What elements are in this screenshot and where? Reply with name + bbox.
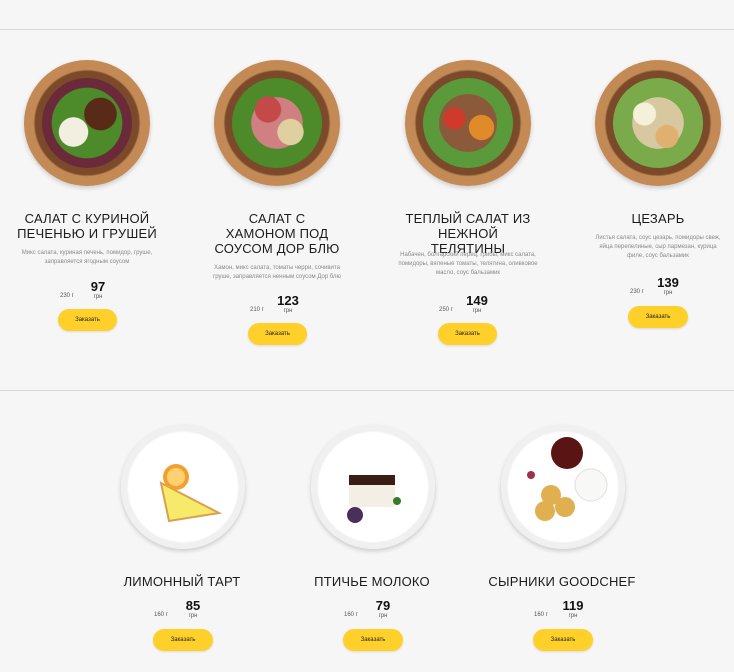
order-button[interactable]: Заказать [628,306,688,328]
product-card-veal-salad: ТЕПЛЫЙ САЛАТ ИЗ НЕЖНОЙ ТЕЛЯТИНЫ Набачен,… [393,0,543,390]
product-currency: грн [188,613,198,619]
product-currency: грн [283,308,293,314]
lemon-tart-illustration [159,464,223,523]
product-title: ПТИЧЬЕ МОЛОКО [314,574,430,589]
product-price: 149 [466,293,488,308]
product-weight: 250 г [439,307,453,313]
product-currency: грн [663,290,673,296]
bird-milk-illustration [347,475,401,523]
product-card-jamon-salad: САЛАТ С ХАМОНОМ ПОД СОУСОМ ДОР БЛЮ Хамон… [202,0,352,390]
product-price: 85 [185,598,201,613]
product-weight: 160 г [154,612,168,618]
product-card-syrniki: СЫРНИКИ GOODCHEF 160 г 119 грн Заказать [487,391,637,672]
salad-jamon-image [214,60,340,186]
product-currency: грн [93,294,103,300]
product-description: Листья салата, соус цезарь, помидоры све… [595,235,721,259]
product-description: Набачен, болгарский перец, грибы, микс с… [398,252,538,276]
order-button[interactable]: Заказать [343,629,403,651]
product-price: 139 [657,275,679,290]
order-button[interactable]: Заказать [58,309,117,331]
product-title: ТЕПЛЫЙ САЛАТ ИЗ НЕЖНОЙ ТЕЛЯТИНЫ [405,211,531,256]
product-title: САЛАТ С КУРИНОЙ ПЕЧЕНЬЮ И ГРУШЕЙ [17,211,157,241]
product-title: ЦЕЗАРЬ [631,211,685,226]
product-title: ЛИМОННЫЙ ТАРТ [123,574,241,589]
product-title: СЫРНИКИ GOODCHEF [488,574,636,589]
product-price: 123 [277,293,299,308]
lemon-tart-image [121,425,245,549]
product-price: 79 [375,598,391,613]
salad-caesar-image [595,60,721,186]
product-card-caesar: ЦЕЗАРЬ Листья салата, соус цезарь, помид… [583,0,733,390]
product-weight: 160 г [534,612,548,618]
product-description: Микс салата, куриная печень, помидор, гр… [21,250,153,265]
product-price: 97 [90,279,106,294]
product-currency: грн [378,613,388,619]
product-price: 119 [562,598,584,613]
product-card-lemon-tart: ЛИМОННЫЙ ТАРТ 160 г 85 грн Заказать [107,391,257,672]
product-weight: 230 г [630,289,644,295]
order-button[interactable]: Заказать [248,323,307,345]
product-weight: 160 г [344,612,358,618]
order-button[interactable]: Заказать [438,323,497,345]
product-currency: грн [568,613,578,619]
product-weight: 210 г [250,307,264,313]
product-description: Хамон, микс салата, томаты черри, сочиви… [213,265,341,280]
syrniki-image [501,425,625,549]
product-card-bird-milk: ПТИЧЬЕ МОЛОКО 160 г 79 грн Заказать [297,391,447,672]
bird-milk-image [311,425,435,549]
order-button[interactable]: Заказать [533,629,593,651]
product-currency: грн [472,308,482,314]
product-title: САЛАТ С ХАМОНОМ ПОД СОУСОМ ДОР БЛЮ [214,211,340,256]
product-weight: 230 г [60,293,74,299]
salad-veal-image [405,60,531,186]
product-card-liver-salad: САЛАТ С КУРИНОЙ ПЕЧЕНЬЮ И ГРУШЕЙ Микс са… [12,0,162,390]
salad-liver-image [24,60,150,186]
order-button[interactable]: Заказать [153,629,213,651]
syrniki-illustration [527,437,608,521]
